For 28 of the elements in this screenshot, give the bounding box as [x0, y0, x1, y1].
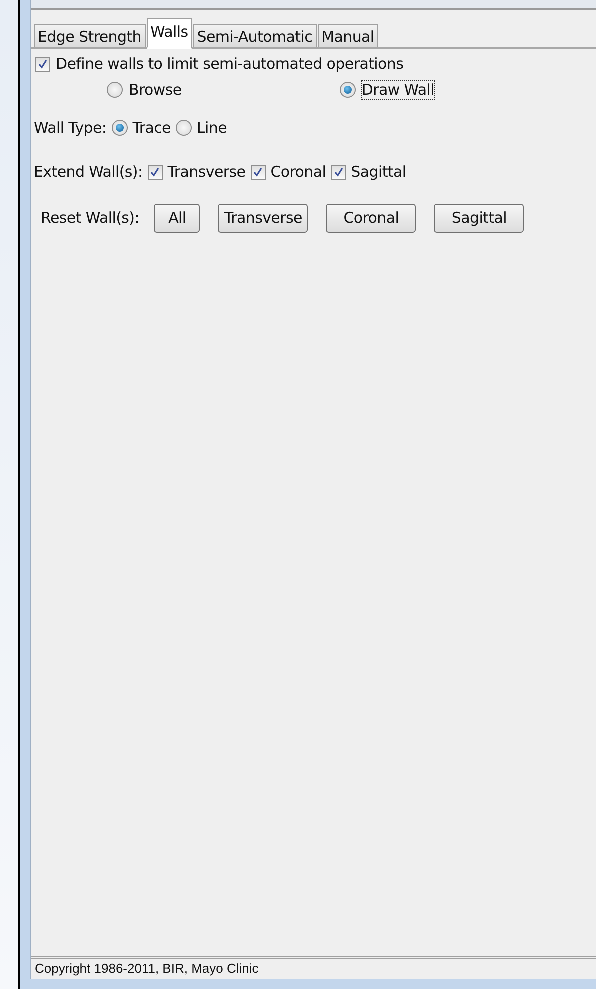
radio-button[interactable]	[340, 82, 356, 98]
label: Draw Wall	[362, 81, 434, 99]
label: Reset Wall(s):	[41, 209, 140, 227]
label: Coronal	[270, 163, 326, 181]
label: Trace	[132, 119, 171, 137]
radio-button[interactable]	[112, 120, 128, 136]
radio-button[interactable]	[107, 82, 123, 98]
tab[interactable]: Semi-Automatic	[193, 24, 317, 47]
checkbox[interactable]	[148, 164, 163, 180]
checkbox[interactable]	[35, 56, 50, 72]
tab[interactable]: Edge Strength	[34, 24, 146, 47]
label: Extend Wall(s):	[34, 163, 143, 181]
checkbox[interactable]	[250, 164, 266, 180]
reset-button[interactable]: All	[154, 204, 200, 232]
label: Sagittal	[351, 163, 406, 181]
tab[interactable]: Manual	[318, 24, 378, 47]
reset-button[interactable]: Transverse	[218, 204, 308, 232]
label: Define walls to limit semi-automated operations	[56, 55, 404, 73]
label: Transverse	[168, 163, 246, 181]
reset-button[interactable]: Coronal	[326, 204, 416, 232]
label: Line	[196, 119, 228, 137]
checkbox[interactable]	[331, 164, 346, 180]
status-bar-text: Copyright 1986-2011, BIR, Mayo Clinic	[31, 956, 596, 979]
label: Wall Type:	[34, 119, 107, 137]
tab[interactable]: Walls	[146, 18, 192, 49]
radio-button[interactable]	[176, 120, 192, 136]
label: Browse	[129, 81, 182, 99]
reset-button[interactable]: Sagittal	[434, 204, 524, 232]
